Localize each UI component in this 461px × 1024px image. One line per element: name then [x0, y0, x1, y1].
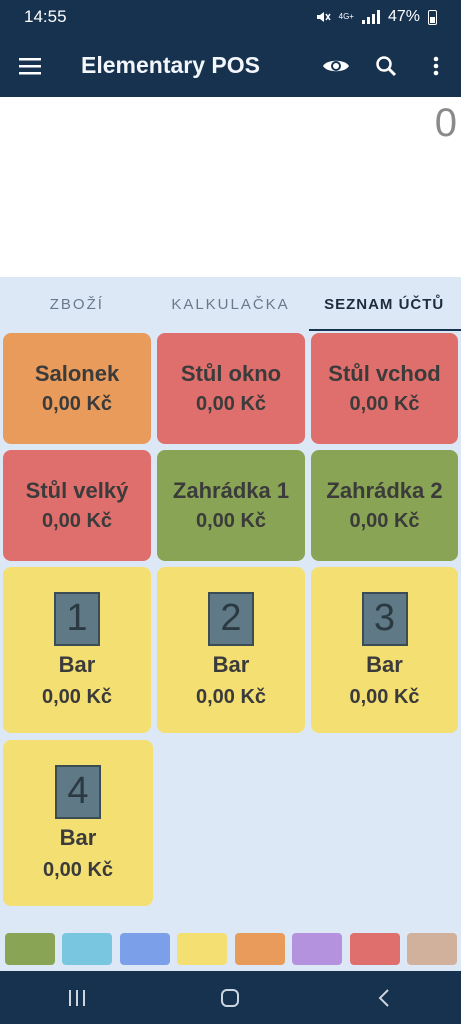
- account-name: Zahrádka 1: [172, 478, 290, 503]
- tab-goods[interactable]: ZBOŽÍ: [0, 277, 154, 331]
- tab-bar: ZBOŽÍ KALKULAČKA SEZNAM ÚČTŮ: [0, 277, 461, 331]
- network-type-icon: 4G+: [338, 12, 354, 21]
- account-tile-zahradka-2[interactable]: Zahrádka 2 0,00 Kč: [311, 450, 458, 561]
- account-tile-bar-1[interactable]: 1 Bar 0,00 Kč: [3, 567, 151, 733]
- bar-number-badge: 4: [55, 764, 101, 819]
- account-amount: 0,00 Kč: [195, 393, 267, 415]
- color-swatch-cyan[interactable]: [62, 933, 112, 965]
- back-button[interactable]: [354, 971, 414, 1024]
- account-name: Bar: [58, 651, 96, 677]
- bar-number-badge: 2: [208, 591, 254, 646]
- color-palette: [0, 931, 461, 971]
- color-swatch-beige[interactable]: [407, 933, 457, 965]
- search-button[interactable]: [361, 34, 411, 97]
- home-icon: [221, 988, 240, 1007]
- color-swatch-red[interactable]: [350, 933, 400, 965]
- app-bar: Elementary POS: [0, 34, 461, 97]
- color-swatch-purple[interactable]: [292, 933, 342, 965]
- display-value: 0: [434, 101, 457, 145]
- account-amount: 0,00 Kč: [41, 685, 113, 708]
- eye-icon: [323, 60, 349, 71]
- color-swatch-green[interactable]: [5, 933, 55, 965]
- tab-calculator[interactable]: KALKULAČKA: [154, 277, 308, 331]
- account-name: Zahrádka 2: [326, 478, 443, 503]
- visibility-button[interactable]: [311, 34, 361, 97]
- account-tile-stul-okno[interactable]: Stůl okno 0,00 Kč: [157, 333, 305, 444]
- account-name: Bar: [212, 651, 250, 677]
- more-options-button[interactable]: [411, 34, 461, 97]
- account-tile-stul-velky[interactable]: Stůl velký 0,00 Kč: [3, 450, 151, 561]
- account-amount: 0,00 Kč: [349, 685, 420, 708]
- tab-accounts-list[interactable]: SEZNAM ÚČTŮ: [307, 277, 461, 331]
- signal-icon: [361, 10, 380, 24]
- battery-percent: 47%: [387, 8, 420, 25]
- status-icons: 4G+ 47%: [315, 8, 437, 26]
- recent-apps-button[interactable]: [47, 971, 107, 1024]
- system-nav-bar: [0, 971, 461, 1024]
- back-icon: [378, 988, 389, 1007]
- search-icon: [376, 55, 397, 76]
- hamburger-icon: [19, 57, 41, 74]
- account-amount: 0,00 Kč: [195, 510, 267, 532]
- mute-icon: [315, 9, 331, 25]
- color-swatch-blue[interactable]: [120, 933, 170, 965]
- home-button[interactable]: [200, 971, 260, 1024]
- menu-button[interactable]: [0, 34, 62, 97]
- status-bar: 14:55 4G+ 47%: [0, 0, 461, 34]
- battery-icon: [428, 9, 437, 25]
- account-amount: 0,00 Kč: [349, 393, 420, 415]
- account-name: Bar: [366, 651, 403, 677]
- account-name: Stůl velký: [25, 478, 129, 503]
- account-tile-bar-4[interactable]: 4 Bar 0,00 Kč: [3, 740, 153, 906]
- bar-number-badge: 3: [361, 591, 408, 646]
- account-amount: 0,00 Kč: [42, 858, 114, 881]
- account-name: Stůl okno: [180, 361, 282, 386]
- account-name: Bar: [59, 824, 97, 850]
- account-name: Salonek: [34, 361, 120, 386]
- account-tile-bar-3[interactable]: 3 Bar 0,00 Kč: [311, 567, 458, 733]
- recent-apps-icon: [68, 989, 85, 1006]
- color-swatch-yellow[interactable]: [177, 933, 227, 965]
- account-amount: 0,00 Kč: [41, 393, 113, 415]
- app-title: Elementary POS: [81, 52, 260, 78]
- accounts-grid: Salonek 0,00 Kč Stůl okno 0,00 Kč Stůl v…: [0, 331, 461, 931]
- status-time: 14:55: [24, 7, 67, 26]
- more-vert-icon: [433, 56, 439, 75]
- account-name: Stůl vchod: [328, 361, 441, 386]
- account-amount: 0,00 Kč: [195, 685, 267, 708]
- account-amount: 0,00 Kč: [349, 510, 420, 532]
- color-swatch-orange[interactable]: [235, 933, 285, 965]
- bar-number-badge: 1: [54, 591, 100, 646]
- account-amount: 0,00 Kč: [41, 510, 113, 532]
- total-display: 0: [0, 97, 461, 277]
- account-tile-stul-vchod[interactable]: Stůl vchod 0,00 Kč: [311, 333, 458, 444]
- account-tile-bar-2[interactable]: 2 Bar 0,00 Kč: [157, 567, 305, 733]
- account-tile-salonek[interactable]: Salonek 0,00 Kč: [3, 333, 151, 444]
- account-tile-zahradka-1[interactable]: Zahrádka 1 0,00 Kč: [157, 450, 305, 561]
